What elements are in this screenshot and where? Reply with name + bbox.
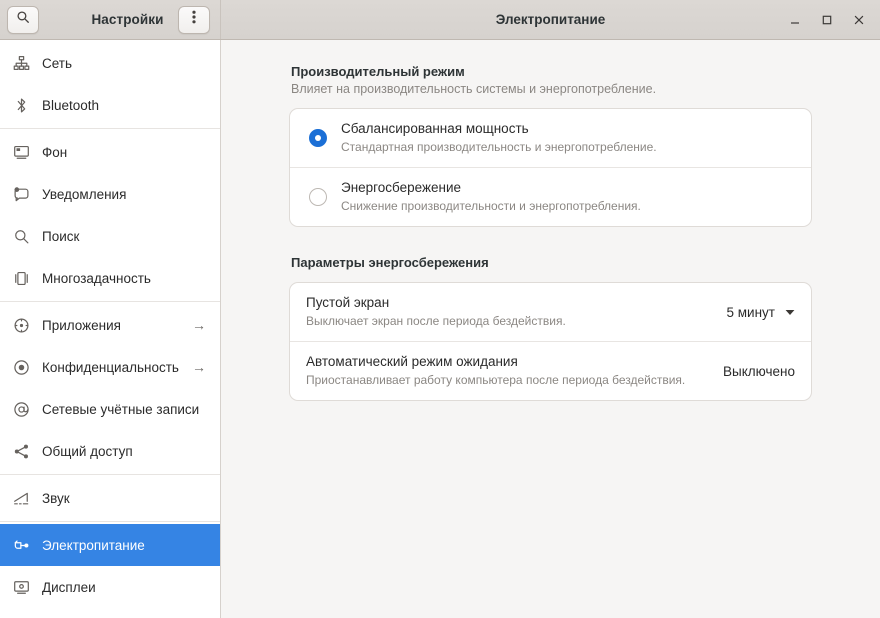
sidebar-navigation[interactable]: Сеть Bluetooth Фон Уведомления Поиск Многозад… bbox=[0, 40, 221, 618]
row-text-group: Энергосбережение Снижение производительн… bbox=[341, 179, 795, 215]
performance-options-card: Сбалансированная мощность Стандартная пр… bbox=[289, 108, 812, 227]
option-subtitle: Стандартная производительность и энергоп… bbox=[341, 139, 795, 156]
sidebar-item-14[interactable]: Мышь и сенсорная панель bbox=[0, 608, 220, 618]
settings-window: Настройки Электропитание bbox=[0, 0, 880, 618]
displays-icon bbox=[12, 578, 30, 596]
sidebar-item-label: Уведомления bbox=[42, 187, 206, 202]
sidebar-separator bbox=[0, 301, 220, 302]
automatic-suspend-value: Выключено bbox=[723, 364, 795, 379]
applications-icon bbox=[12, 316, 30, 334]
privacy-icon bbox=[12, 358, 30, 376]
window-body: Сеть Bluetooth Фон Уведомления Поиск Многозад… bbox=[0, 40, 880, 618]
sidebar-item-12[interactable]: Электропитание bbox=[0, 524, 220, 566]
blank-screen-dropdown[interactable]: 5 минут bbox=[727, 305, 795, 320]
radio-powersaver[interactable] bbox=[309, 188, 327, 206]
performance-option-powersaver[interactable]: Энергосбережение Снижение производительн… bbox=[290, 167, 811, 226]
menu-overflow-icon bbox=[192, 9, 196, 30]
arrow-right-icon: → bbox=[192, 360, 206, 374]
sidebar-item-3[interactable]: Фон bbox=[0, 131, 220, 173]
automatic-suspend-value-group[interactable]: Выключено bbox=[723, 364, 795, 379]
sidebar-item-11[interactable]: Звук bbox=[0, 477, 220, 519]
search-button[interactable] bbox=[7, 6, 39, 34]
row-title: Автоматический режим ожидания bbox=[306, 353, 709, 371]
main-menu-button[interactable] bbox=[178, 6, 210, 34]
sidebar-item-label: Электропитание bbox=[42, 538, 206, 553]
sidebar-separator bbox=[0, 128, 220, 129]
main-content: Производительный режим Влияет на произво… bbox=[221, 40, 880, 618]
maximize-icon bbox=[821, 14, 833, 26]
row-blank-screen[interactable]: Пустой экран Выключает экран после перио… bbox=[290, 283, 811, 341]
arrow-right-icon: → bbox=[192, 318, 206, 332]
sidebar-item-label: Приложения bbox=[42, 318, 180, 333]
blank-screen-value: 5 минут bbox=[727, 305, 775, 320]
performance-section-subtitle: Влияет на производительность системы и э… bbox=[291, 82, 812, 96]
option-title: Энергосбережение bbox=[341, 179, 795, 197]
content-header: Электропитание bbox=[221, 0, 880, 39]
header-bar: Настройки Электропитание bbox=[0, 0, 880, 40]
radio-balanced[interactable] bbox=[309, 129, 327, 147]
sidebar-item-10[interactable]: Общий доступ bbox=[0, 430, 220, 472]
sidebar-item-9[interactable]: Сетевые учётные записи bbox=[0, 388, 220, 430]
chevron-down-icon bbox=[785, 309, 795, 316]
sidebar-item-label: Дисплеи bbox=[42, 580, 206, 595]
sidebar-item-8[interactable]: Конфиденциальность → bbox=[0, 346, 220, 388]
row-text-group: Автоматический режим ожидания Приостанав… bbox=[306, 353, 709, 389]
sidebar-item-7[interactable]: Приложения → bbox=[0, 304, 220, 346]
sidebar-item-label: Поиск bbox=[42, 229, 206, 244]
sidebar-item-label: Фон bbox=[42, 145, 206, 160]
multitasking-icon bbox=[12, 269, 30, 287]
row-subtitle: Приостанавливает работу компьютера после… bbox=[306, 372, 709, 389]
sidebar-item-label: Bluetooth bbox=[42, 98, 206, 113]
sidebar-item-label: Сетевые учётные записи bbox=[42, 402, 206, 417]
sidebar-item-5[interactable]: Поиск bbox=[0, 215, 220, 257]
power-icon bbox=[12, 536, 30, 554]
online-accounts-icon bbox=[12, 400, 30, 418]
minimize-button[interactable] bbox=[780, 5, 810, 35]
maximize-button[interactable] bbox=[812, 5, 842, 35]
search-icon bbox=[16, 10, 30, 29]
option-title: Сбалансированная мощность bbox=[341, 120, 795, 138]
sidebar-header: Настройки bbox=[0, 0, 221, 39]
option-subtitle: Снижение производительности и энергопотр… bbox=[341, 198, 795, 215]
sidebar-item-label: Многозадачность bbox=[42, 271, 206, 286]
row-text-group: Пустой экран Выключает экран после перио… bbox=[306, 294, 713, 330]
performance-option-balanced[interactable]: Сбалансированная мощность Стандартная пр… bbox=[290, 109, 811, 167]
row-subtitle: Выключает экран после периода бездействи… bbox=[306, 313, 713, 330]
wallpaper-icon bbox=[12, 143, 30, 161]
sharing-icon bbox=[12, 442, 30, 460]
sidebar-item-4[interactable]: Уведомления bbox=[0, 173, 220, 215]
close-icon bbox=[853, 14, 865, 26]
sidebar-item-label: Общий доступ bbox=[42, 444, 206, 459]
sidebar-item-label: Конфиденциальность bbox=[42, 360, 180, 375]
sidebar-item-label: Сеть bbox=[42, 56, 206, 71]
sound-icon bbox=[12, 489, 30, 507]
sidebar-separator bbox=[0, 521, 220, 522]
window-controls bbox=[780, 0, 874, 39]
notification-icon bbox=[12, 185, 30, 203]
performance-section-title: Производительный режим bbox=[291, 64, 812, 79]
section-spacer bbox=[289, 227, 812, 255]
row-automatic-suspend[interactable]: Автоматический режим ожидания Приостанав… bbox=[290, 341, 811, 400]
network-icon bbox=[12, 54, 30, 72]
row-text-group: Сбалансированная мощность Стандартная пр… bbox=[341, 120, 795, 156]
power-saving-section-title: Параметры энергосбережения bbox=[291, 255, 812, 270]
search-icon bbox=[12, 227, 30, 245]
sidebar-item-6[interactable]: Многозадачность bbox=[0, 257, 220, 299]
bluetooth-icon bbox=[12, 96, 30, 114]
sidebar-separator bbox=[0, 474, 220, 475]
minimize-icon bbox=[789, 14, 801, 26]
sidebar-item-1[interactable]: Сеть bbox=[0, 42, 220, 84]
row-title: Пустой экран bbox=[306, 294, 713, 312]
power-saving-card: Пустой экран Выключает экран после перио… bbox=[289, 282, 812, 401]
close-button[interactable] bbox=[844, 5, 874, 35]
sidebar-item-2[interactable]: Bluetooth bbox=[0, 84, 220, 126]
sidebar-item-13[interactable]: Дисплеи bbox=[0, 566, 220, 608]
sidebar-item-label: Звук bbox=[42, 491, 206, 506]
